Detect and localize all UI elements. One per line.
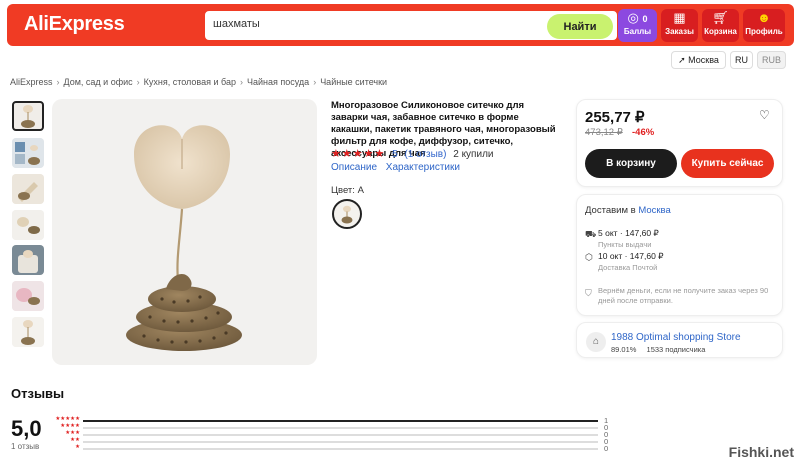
cart-button[interactable]: 🛒︎ Корзина — [702, 9, 739, 42]
orders-icon: ▦ — [673, 10, 686, 25]
smiley-icon: ☻ — [757, 10, 771, 25]
delivery-title: Доставим в Москва — [585, 205, 671, 216]
refund-text: Вернём деньги, если не получите заказ че… — [598, 286, 769, 305]
discount-badge: -46% — [632, 127, 655, 138]
delivery-option-subtitle: Доставка Почтой — [598, 263, 658, 272]
row-stars-icon: ★★★★★ — [55, 416, 80, 422]
store-name-link[interactable]: 1988 Optimal shopping Store — [611, 332, 741, 343]
coin-icon: ◎ 0 — [627, 10, 648, 25]
breadcrumb-item[interactable]: Кухня, столовая и бар — [144, 77, 236, 87]
distribution-bar-fill — [83, 420, 598, 422]
row-stars-icon: ★★★ — [65, 430, 80, 436]
profile-label: Профиль — [745, 27, 783, 36]
refund-notice: ⛉ Вернём деньги, если не получите заказ … — [585, 286, 770, 306]
store-subscribers: 1533 подписчика — [646, 345, 706, 354]
search-bar: Найти — [203, 9, 619, 42]
delivery-option-subtitle: Пункты выдачи — [598, 240, 652, 249]
product-thumbnail[interactable] — [12, 101, 44, 131]
rating-value: 5 — [392, 149, 398, 160]
bought-count: 2 купили — [453, 149, 494, 160]
product-tabs: Описание Характеристики — [331, 162, 466, 173]
product-thumbnail[interactable] — [12, 210, 44, 240]
row-stars-icon: ★★★★ — [60, 423, 80, 429]
chevron-right-icon: › — [136, 77, 140, 87]
distribution-bar — [83, 420, 598, 422]
delivery-option-pickup[interactable]: ⛟ 5 окт · 147,60 ₽ Пункты выдачи — [585, 228, 659, 249]
rating-stars-icon: ★★★★★ — [331, 148, 386, 160]
distribution-bar — [83, 434, 598, 436]
search-input[interactable] — [213, 18, 533, 30]
cart-icon: 🛒︎ — [712, 10, 729, 25]
city-label: Москва — [688, 55, 719, 65]
buy-now-button[interactable]: Купить сейчас — [681, 149, 774, 178]
chevron-right-icon: › — [239, 77, 243, 87]
chevron-right-icon: › — [313, 77, 317, 87]
color-option-a[interactable] — [332, 199, 362, 229]
row-count: 0 — [604, 444, 609, 453]
breadcrumb: AliExpress › Дом, сад и офис › Кухня, столов… — [10, 77, 387, 87]
delivery-option-title: 5 окт · 147,60 ₽ — [598, 228, 659, 238]
store-icon: ⌂ — [586, 332, 606, 352]
cart-label: Корзина — [704, 27, 737, 36]
breadcrumb-item[interactable]: Дом, сад и офис — [64, 77, 133, 87]
color-label: Цвет: A — [331, 185, 364, 196]
location-pin-icon: ➚ — [678, 55, 686, 65]
search-button[interactable]: Найти — [547, 14, 613, 39]
aliexpress-logo[interactable]: AliExpress — [24, 13, 125, 36]
rating-distribution-row[interactable]: ★★★ 0 — [48, 430, 608, 439]
product-thumbnail[interactable] — [12, 174, 44, 204]
add-to-cart-button[interactable]: В корзину — [585, 149, 677, 178]
store-rating: 89.01% — [611, 345, 637, 354]
rating-distribution-row[interactable]: ★★★★★ 1 — [48, 416, 608, 425]
product-thumbnail[interactable] — [12, 281, 44, 311]
tab-description[interactable]: Описание — [331, 162, 377, 173]
delivery-city-link[interactable]: Москва — [638, 205, 670, 216]
truck-icon: ⛟ — [585, 229, 597, 239]
product-thumbnail[interactable] — [12, 138, 44, 168]
shield-icon: ⛉ — [585, 288, 592, 298]
currency-selector[interactable]: RUB — [757, 51, 786, 69]
points-value: 0 — [642, 14, 648, 24]
reviews-heading: Отзывы — [11, 386, 65, 401]
rating-row: ★★★★★ 5 (1 отзыв) 2 купили — [331, 147, 493, 160]
points-button[interactable]: ◎ 0 Баллы — [618, 9, 657, 42]
product-main-image[interactable] — [52, 99, 317, 365]
breadcrumb-item[interactable]: Чайные ситечки — [320, 77, 387, 87]
orders-label: Заказы — [665, 27, 694, 36]
reviews-score: 5,0 — [11, 416, 42, 441]
profile-button[interactable]: ☻ Профиль — [743, 9, 785, 42]
delivery-option-post[interactable]: ⬡ 10 окт · 147,60 ₽ Доставка Почтой — [585, 251, 664, 272]
distribution-bar — [83, 441, 598, 443]
language-selector[interactable]: RU — [730, 51, 753, 69]
city-selector[interactable]: ➚ Москва — [671, 51, 726, 69]
row-stars-icon: ★ — [75, 444, 80, 450]
chevron-right-icon: › — [56, 77, 60, 87]
distribution-bar — [83, 448, 598, 450]
top-header: AliExpress Найти ◎ 0 Баллы ▦ Заказы 🛒︎ К… — [7, 4, 794, 46]
points-label: Баллы — [623, 27, 652, 36]
rating-distribution-row[interactable]: ★ 0 — [48, 444, 608, 453]
distribution-bar — [83, 427, 598, 429]
breadcrumb-item[interactable]: AliExpress — [10, 77, 53, 87]
old-price: 473,12 ₽ — [585, 127, 623, 138]
delivery-prefix: Доставим в — [585, 205, 636, 216]
box-icon: ⬡ — [585, 252, 593, 262]
row-stars-icon: ★★ — [70, 437, 80, 443]
product-thumbnail[interactable] — [12, 245, 44, 275]
store-meta: 89.01% 1533 подписчика — [611, 345, 713, 354]
rating-distribution-row[interactable]: ★★★★ 0 — [48, 423, 608, 432]
breadcrumb-item[interactable]: Чайная посуда — [247, 77, 309, 87]
tab-specs[interactable]: Характеристики — [386, 162, 460, 173]
delivery-option-title: 10 окт · 147,60 ₽ — [598, 251, 664, 261]
rating-distribution-row[interactable]: ★★ 0 — [48, 437, 608, 446]
product-thumbnail[interactable] — [12, 317, 44, 347]
price: 255,77 ₽ — [585, 109, 645, 126]
orders-button[interactable]: ▦ Заказы — [661, 9, 698, 42]
reviews-link[interactable]: (1 отзыв) — [404, 149, 446, 160]
fishki-watermark: Fishki.net — [728, 444, 794, 460]
heart-icon[interactable]: ♡ — [759, 108, 770, 122]
reviews-count: 1 отзыв — [11, 442, 40, 451]
